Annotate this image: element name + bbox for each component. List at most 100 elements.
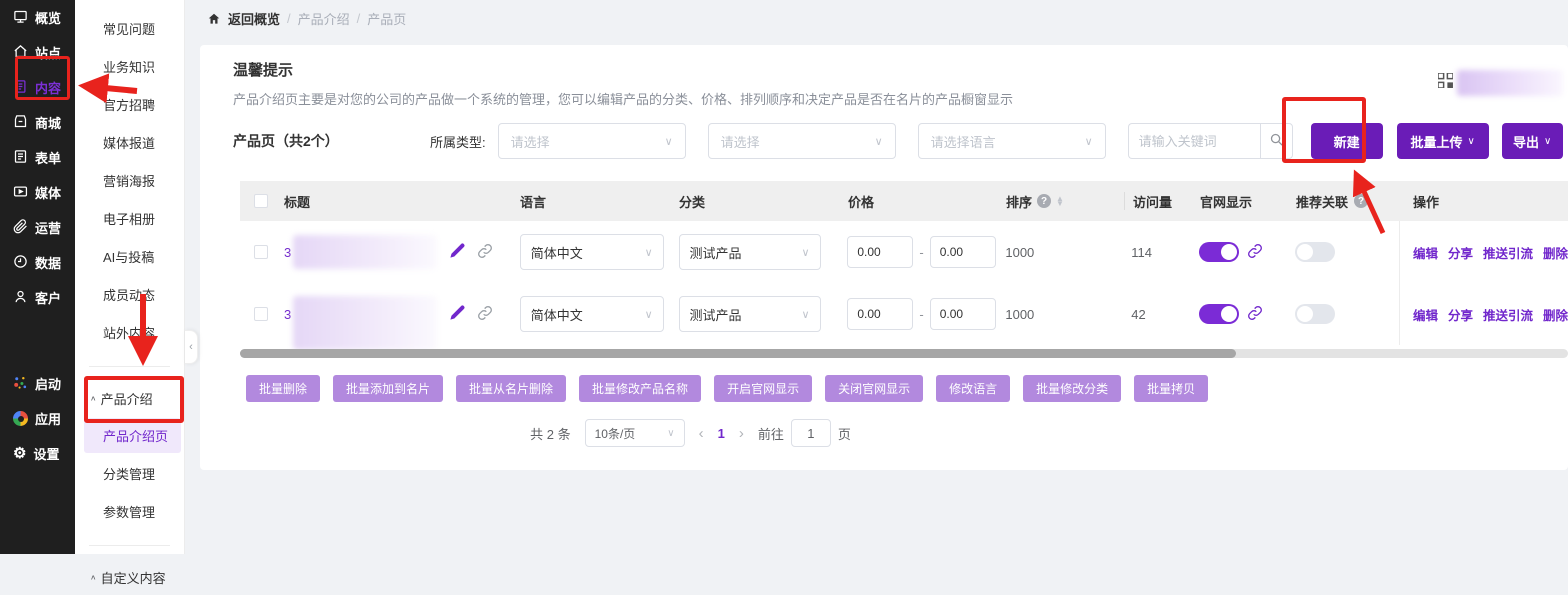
overview-icon xyxy=(13,9,28,27)
new-button[interactable]: 新建 xyxy=(1311,123,1383,159)
row-title-prefix[interactable]: 3 xyxy=(284,307,291,322)
submenu-item-recruit[interactable]: 官方招聘 xyxy=(75,86,184,124)
row-language-select[interactable]: 简体中文 ∨ xyxy=(520,234,664,270)
scrollbar-thumb[interactable] xyxy=(240,349,1236,358)
submenu-item-faq[interactable]: 常见问题 xyxy=(75,0,184,48)
sidebar-item-operation[interactable]: 运营 xyxy=(0,210,75,245)
help-icon[interactable]: ? xyxy=(1354,194,1368,208)
sidebar-item-customer[interactable]: 客户 xyxy=(0,280,75,315)
price-max-input[interactable] xyxy=(930,298,996,330)
batch-change-category-button[interactable]: 批量修改分类 xyxy=(1023,375,1121,402)
row-category-select[interactable]: 测试产品 ∨ xyxy=(679,296,821,332)
price-separator: - xyxy=(919,307,923,322)
sidebar-item-overview[interactable]: 概览 xyxy=(0,0,75,35)
submenu-item-album[interactable]: 电子相册 xyxy=(75,200,184,238)
submenu-item-media-report[interactable]: 媒体报道 xyxy=(75,124,184,162)
link-icon[interactable] xyxy=(1247,243,1263,262)
search-button[interactable] xyxy=(1260,123,1293,159)
edit-pencil-icon[interactable] xyxy=(449,242,466,262)
edit-pencil-icon[interactable] xyxy=(449,304,466,324)
current-page[interactable]: 1 xyxy=(718,426,725,441)
site-show-toggle[interactable] xyxy=(1199,242,1239,262)
push-traffic-action[interactable]: 推送引流 xyxy=(1483,305,1533,324)
row-language-select[interactable]: 简体中文 ∨ xyxy=(520,296,664,332)
media-icon xyxy=(13,184,28,202)
sort-value[interactable]: 1000 xyxy=(1005,307,1034,322)
help-icon[interactable]: ? xyxy=(1037,194,1051,208)
change-language-button[interactable]: 修改语言 xyxy=(936,375,1010,402)
batch-add-to-card-button[interactable]: 批量添加到名片 xyxy=(333,375,443,402)
sidebar-item-data[interactable]: 数据 xyxy=(0,245,75,280)
export-button[interactable]: 导出 ∨ xyxy=(1502,123,1563,159)
delete-action[interactable]: 删除 xyxy=(1543,305,1568,324)
row-title-prefix[interactable]: 3 xyxy=(284,245,291,260)
site-show-toggle[interactable] xyxy=(1199,304,1239,324)
disable-site-show-button[interactable]: 关闭官网显示 xyxy=(825,375,923,402)
submenu-item-business[interactable]: 业务知识 xyxy=(75,48,184,86)
sidebar-item-launch[interactable]: 启动 xyxy=(0,366,75,401)
price-max-input[interactable] xyxy=(930,236,996,268)
share-action[interactable]: 分享 xyxy=(1448,305,1473,324)
price-min-input[interactable] xyxy=(847,236,913,268)
apps-icon xyxy=(13,411,28,426)
keyword-input[interactable] xyxy=(1128,123,1260,159)
batch-delete-button[interactable]: 批量删除 xyxy=(246,375,320,402)
sidebar-item-settings[interactable]: ⚙ 设置 xyxy=(0,436,75,471)
submenu-item-poster[interactable]: 营销海报 xyxy=(75,162,184,200)
push-traffic-action[interactable]: 推送引流 xyxy=(1483,243,1533,262)
submenu-item-external[interactable]: 站外内容 xyxy=(75,314,184,352)
row-category-select[interactable]: 测试产品 ∨ xyxy=(679,234,821,270)
batch-upload-button[interactable]: 批量上传 ∨ xyxy=(1397,123,1489,159)
breadcrumb-level3[interactable]: 产品页 xyxy=(367,9,406,28)
batch-remove-from-card-button[interactable]: 批量从名片删除 xyxy=(456,375,566,402)
batch-copy-button[interactable]: 批量拷贝 xyxy=(1134,375,1208,402)
sort-value[interactable]: 1000 xyxy=(1005,245,1034,260)
edit-action[interactable]: 编辑 xyxy=(1413,305,1438,324)
share-action[interactable]: 分享 xyxy=(1448,243,1473,262)
edit-action[interactable]: 编辑 xyxy=(1413,243,1438,262)
prev-page-button[interactable]: ‹ xyxy=(699,425,704,442)
delete-action[interactable]: 删除 xyxy=(1543,243,1568,262)
recommend-toggle[interactable] xyxy=(1295,304,1335,324)
sidebar-item-site[interactable]: 站点 xyxy=(0,35,75,70)
link-icon[interactable] xyxy=(477,305,493,324)
secondary-select[interactable]: 请选择 ∨ xyxy=(708,123,896,159)
row-checkbox[interactable] xyxy=(254,307,268,321)
sidebar-item-form[interactable]: 表单 xyxy=(0,140,75,175)
price-min-input[interactable] xyxy=(847,298,913,330)
sidebar-collapse-handle[interactable]: ‹ xyxy=(185,330,198,364)
goto-page-input[interactable] xyxy=(791,419,831,447)
link-icon[interactable] xyxy=(477,243,493,262)
sidebar-item-content[interactable]: 内容 xyxy=(0,70,75,105)
type-select[interactable]: 请选择 ∨ xyxy=(498,123,686,159)
chevron-down-icon: ∨ xyxy=(875,135,883,148)
next-page-button[interactable]: › xyxy=(739,425,744,442)
horizontal-scrollbar[interactable] xyxy=(240,349,1568,358)
sidebar-item-apps[interactable]: 应用 xyxy=(0,401,75,436)
sort-toggle-icon[interactable]: ▲▼ xyxy=(1056,197,1064,206)
breadcrumb-back-link[interactable]: 返回概览 xyxy=(228,9,280,28)
row-checkbox[interactable] xyxy=(254,245,268,259)
submenu-item-product-intro-page[interactable]: 产品介绍页 xyxy=(84,418,181,453)
sidebar-item-label: 概览 xyxy=(35,8,61,27)
select-all-checkbox[interactable] xyxy=(254,194,268,208)
recommend-toggle[interactable] xyxy=(1295,242,1335,262)
sidebar-item-media[interactable]: 媒体 xyxy=(0,175,75,210)
submenu-item-param-manage[interactable]: 参数管理 xyxy=(75,493,184,531)
submenu-group-product-intro[interactable]: ∧ 产品介绍 xyxy=(75,381,184,416)
enable-site-show-button[interactable]: 开启官网显示 xyxy=(714,375,812,402)
submenu-item-members[interactable]: 成员动态 xyxy=(75,276,184,314)
link-icon[interactable] xyxy=(1247,305,1263,324)
submenu-group-custom-content[interactable]: ∧ 自定义内容 xyxy=(75,560,184,595)
per-page-select[interactable]: 10条/页 ∨ xyxy=(585,419,685,447)
language-select[interactable]: 请选择语言 ∨ xyxy=(918,123,1106,159)
submenu-item-ai[interactable]: AI与投稿 xyxy=(75,238,184,276)
breadcrumb-level2[interactable]: 产品介绍 xyxy=(298,9,350,28)
submenu-item-category-manage[interactable]: 分类管理 xyxy=(75,455,184,493)
batch-rename-button[interactable]: 批量修改产品名称 xyxy=(579,375,701,402)
qr-code-icon[interactable] xyxy=(1438,73,1453,93)
submenu-divider xyxy=(89,545,170,546)
header-ops: 操作 xyxy=(1400,181,1568,221)
select-placeholder: 请选择 xyxy=(511,132,550,151)
sidebar-item-mall[interactable]: 商城 xyxy=(0,105,75,140)
